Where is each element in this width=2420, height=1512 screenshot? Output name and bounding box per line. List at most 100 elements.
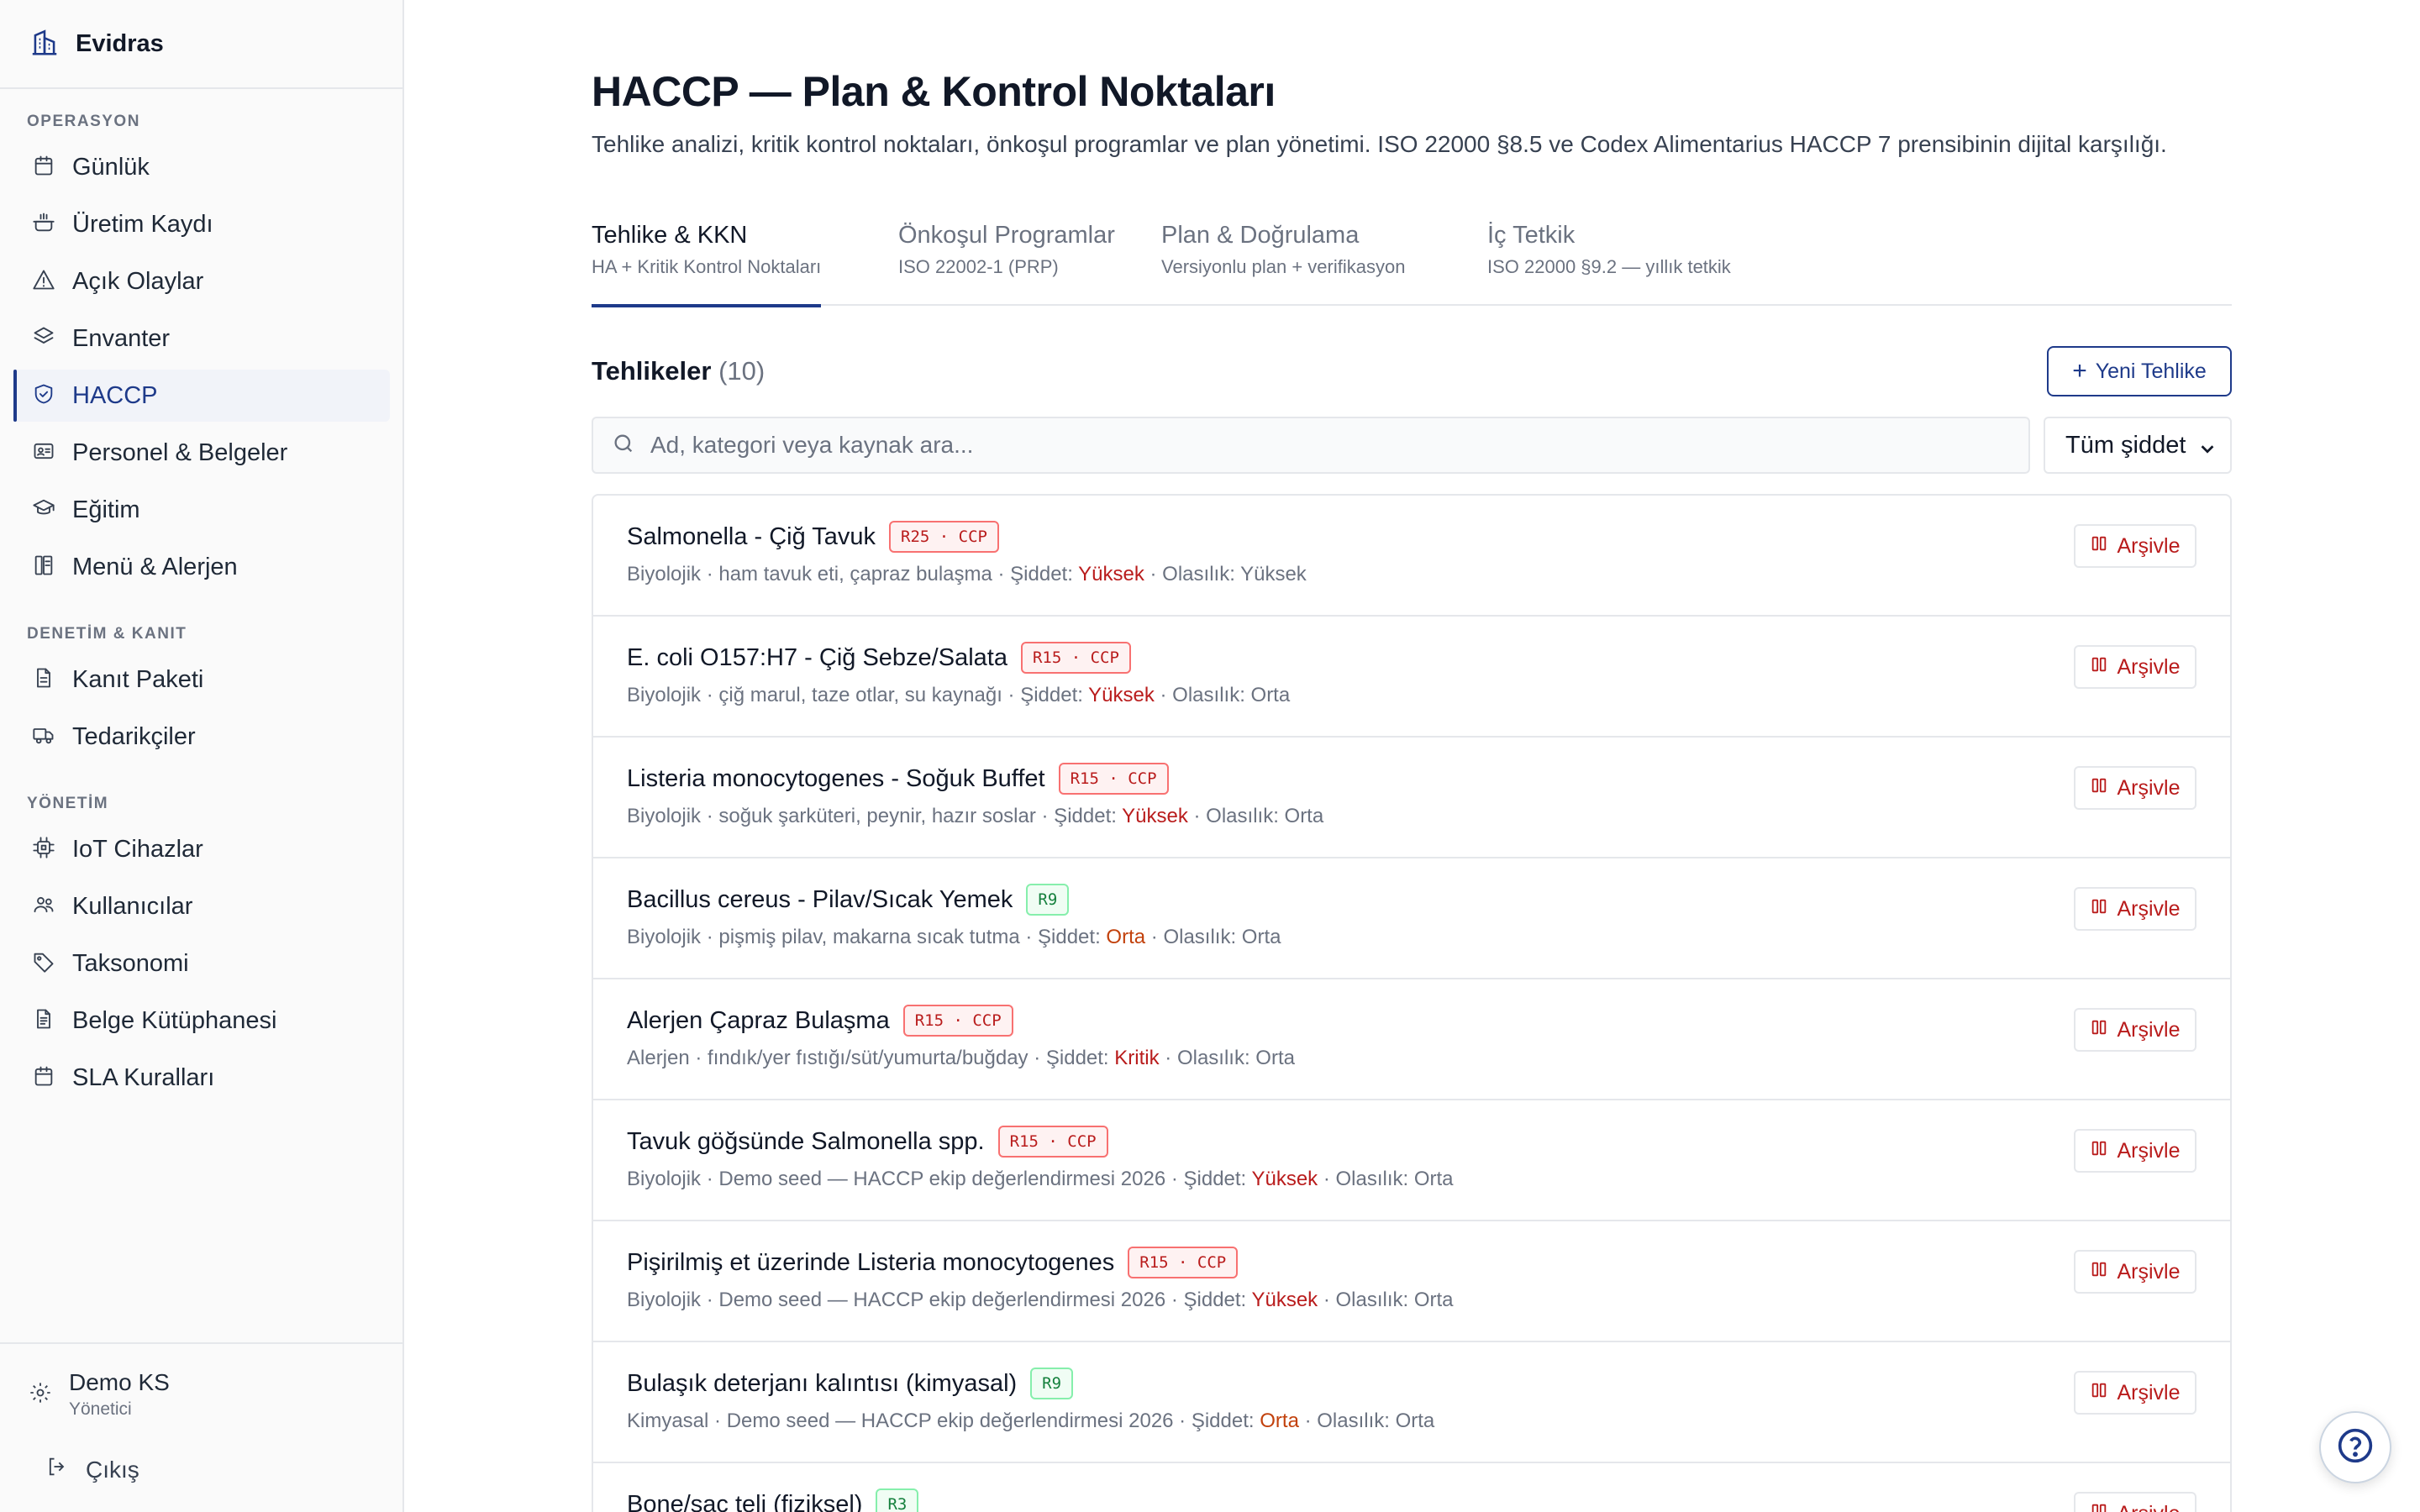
hazard-row[interactable]: Alerjen Çapraz Bulaşma R15 · CCP Alerjen ·…	[593, 979, 2230, 1100]
user-name: Demo KS	[69, 1369, 170, 1395]
logout-icon	[45, 1455, 69, 1484]
risk-badge: R15 · CCP	[997, 1126, 1108, 1158]
archive-label: Arşivle	[2117, 1138, 2181, 1163]
help-button[interactable]	[2319, 1411, 2391, 1483]
sidebar-item-taksonomi[interactable]: Taksonomi	[13, 937, 390, 990]
likelihood-text: · Olasılık: Orta	[1318, 1168, 1454, 1190]
likelihood-text: · Olasılık: Orta	[1318, 1289, 1454, 1311]
tab-title: Plan & Doğrulama	[1161, 222, 1360, 249]
sidebar-item-menu-alerjen[interactable]: Menü & Alerjen	[13, 541, 390, 593]
sidebar-item-sla-kurallari[interactable]: SLA Kuralları	[13, 1052, 390, 1104]
search-input[interactable]	[650, 432, 1995, 459]
archive-button[interactable]: Arşivle	[2074, 1250, 2196, 1294]
menu-book-icon	[32, 554, 55, 581]
archive-button[interactable]: Arşivle	[2074, 1371, 2196, 1415]
archive-button[interactable]: Arşivle	[2074, 766, 2196, 810]
hazard-name: Alerjen Çapraz Bulaşma	[627, 1006, 890, 1034]
archive-label: Arşivle	[2117, 1259, 2181, 1284]
sidebar-item-tedarikciler[interactable]: Tedarikçiler	[13, 711, 390, 763]
hazard-name: Bulaşık deterjanı kalıntısı (kimyasal)	[627, 1369, 1018, 1397]
hazard-row[interactable]: Listeria monocytogenes - Soğuk Buffet R15…	[593, 738, 2230, 858]
archive-button[interactable]: Arşivle	[2074, 645, 2196, 689]
archive-icon	[2090, 1260, 2117, 1284]
sidebar-item-label: Envanter	[72, 324, 171, 352]
sidebar-item-gunluk[interactable]: Günlük	[13, 141, 390, 193]
chevron-down-icon	[2198, 437, 2217, 455]
sidebar-item-envanter[interactable]: Envanter	[13, 312, 390, 365]
filter-row: Tüm şiddet	[592, 417, 2232, 474]
hazard-meta: Biyolojik · ham tavuk eti, çapraz bulaşm…	[627, 563, 1307, 586]
page-description: Tehlike analizi, kritik kontrol noktalar…	[592, 131, 2167, 157]
sidebar-item-label: Eğitim	[72, 496, 140, 523]
sidebar-item-iot-cihazlar[interactable]: IoT Cihazlar	[13, 823, 390, 875]
sidebar-item-label: Kanıt Paketi	[72, 665, 204, 693]
tab-tehlike-kkn[interactable]: Tehlike & KKN HA + Kritik Kontrol Noktal…	[592, 222, 822, 307]
risk-badge: R15 · CCP	[1128, 1247, 1239, 1278]
archive-icon	[2090, 1139, 2117, 1163]
archive-button[interactable]: Arşivle	[2074, 1492, 2196, 1512]
sidebar-item-uretim-kaydi[interactable]: Üretim Kaydı	[13, 198, 390, 250]
archive-icon	[2090, 1502, 2117, 1512]
tab-subtitle: Versiyonlu plan + verifikasyon	[1161, 256, 1406, 277]
hazard-row[interactable]: Bone/saç teli (fiziksel) R3 Arşivle	[593, 1463, 2230, 1512]
hazard-row[interactable]: Tavuk göğsünde Salmonella spp. R15 · CCP B…	[593, 1100, 2230, 1221]
archive-label: Arşivle	[2117, 775, 2181, 800]
tag-icon	[32, 950, 55, 978]
logout-button[interactable]: Çıkış	[29, 1455, 139, 1484]
tab-onkosul-programlar[interactable]: Önkoşul Programlar ISO 22002-1 (PRP)	[898, 222, 1115, 306]
sidebar-item-label: Tedarikçiler	[72, 722, 196, 750]
hazard-row[interactable]: Salmonella - Çiğ Tavuk R25 · CCP Biyolojik…	[593, 496, 2230, 617]
hazard-title-row: Salmonella - Çiğ Tavuk R25 · CCP	[627, 521, 999, 553]
severity-value: Yüksek	[1251, 1168, 1318, 1190]
sidebar-item-belge-kutuphanesi[interactable]: Belge Kütüphanesi	[13, 995, 390, 1047]
help-icon	[2337, 1427, 2374, 1468]
document-icon	[32, 666, 55, 694]
archive-button[interactable]: Arşivle	[2074, 887, 2196, 931]
severity-filter-select[interactable]: Tüm şiddet	[2044, 417, 2232, 474]
likelihood-text: · Olasılık: Orta	[1145, 926, 1281, 948]
brand[interactable]: Evidras	[0, 0, 402, 89]
user-profile[interactable]: Demo KS Yönetici	[29, 1369, 170, 1420]
archive-button[interactable]: Arşivle	[2074, 1129, 2196, 1173]
hazard-row[interactable]: Bulaşık deterjanı kalıntısı (kimyasal) R9…	[593, 1342, 2230, 1463]
hazard-meta: Kimyasal · Demo seed — HACCP ekip değerl…	[627, 1410, 1434, 1433]
chip-icon	[32, 836, 55, 864]
warning-triangle-icon	[32, 268, 55, 296]
hazard-list: Salmonella - Çiğ Tavuk R25 · CCP Biyolojik…	[592, 494, 2232, 1512]
hazard-title-row: Alerjen Çapraz Bulaşma R15 · CCP	[627, 1005, 1013, 1037]
hazard-row[interactable]: Bacillus cereus - Pilav/Sıcak Yemek R9 Biy…	[593, 858, 2230, 979]
archive-button[interactable]: Arşivle	[2074, 1008, 2196, 1052]
hazard-row[interactable]: E. coli O157:H7 - Çiğ Sebze/Salata R15 · …	[593, 617, 2230, 738]
sidebar-item-haccp[interactable]: HACCP	[13, 370, 390, 422]
sidebar-item-personel-belgeler[interactable]: Personel & Belgeler	[13, 427, 390, 479]
search-icon	[612, 432, 635, 459]
sidebar-item-acik-olaylar[interactable]: Açık Olaylar	[13, 255, 390, 307]
sidebar-item-label: HACCP	[72, 381, 158, 409]
likelihood-text: · Olasılık: Orta	[1154, 684, 1291, 706]
archive-icon	[2090, 776, 2117, 801]
sidebar-item-kullanicilar[interactable]: Kullanıcılar	[13, 880, 390, 932]
hazard-meta: Biyolojik · Demo seed — HACCP ekip değer…	[627, 1289, 1454, 1312]
sidebar-item-label: Üretim Kaydı	[72, 210, 213, 238]
sidebar-footer: Demo KS Yönetici Çıkış	[0, 1342, 402, 1512]
risk-badge: R15 · CCP	[1058, 763, 1169, 795]
archive-icon	[2090, 655, 2117, 680]
hazard-meta-text: Biyolojik · Demo seed — HACCP ekip değer…	[627, 1289, 1252, 1311]
users-icon	[32, 893, 55, 921]
archive-button[interactable]: Arşivle	[2074, 524, 2196, 568]
sidebar-item-egitim[interactable]: Eğitim	[13, 484, 390, 536]
hazard-meta-text: Kimyasal · Demo seed — HACCP ekip değerl…	[627, 1410, 1260, 1432]
tab-ic-tetkik[interactable]: İç Tetkik ISO 22000 §9.2 — yıllık tetkik	[1487, 222, 1731, 306]
sidebar-item-kanit-paketi[interactable]: Kanıt Paketi	[13, 654, 390, 706]
tab-bar: Tehlike & KKN HA + Kritik Kontrol Noktal…	[592, 222, 2232, 307]
tab-title: Tehlike & KKN	[592, 222, 748, 249]
new-hazard-button[interactable]: + Yeni Tehlike	[2047, 346, 2232, 396]
hazard-meta-text: Biyolojik · çiğ marul, taze otlar, su ka…	[627, 684, 1089, 706]
search-box[interactable]	[592, 417, 2030, 474]
building-icon	[29, 26, 60, 62]
tab-plan-dogrulama[interactable]: Plan & Doğrulama Versiyonlu plan + verif…	[1161, 222, 1405, 306]
new-hazard-label: Yeni Tehlike	[2095, 359, 2207, 383]
sidebar-item-label: Belge Kütüphanesi	[72, 1006, 277, 1034]
hazard-row[interactable]: Pişirilmiş et üzerinde Listeria monocyto…	[593, 1221, 2230, 1342]
hazard-meta: Alerjen · fındık/yer fıstığı/süt/yumurta…	[627, 1047, 1295, 1070]
